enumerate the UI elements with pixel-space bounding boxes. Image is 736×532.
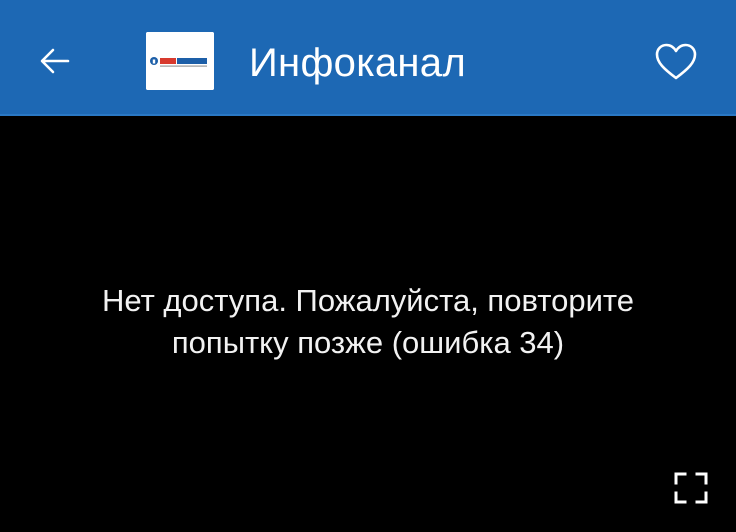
video-player[interactable]: Нет доступа. Пожалуйста, повторите попыт… [0,116,736,532]
back-button[interactable] [34,40,76,82]
app-screen: Инфоканал Нет доступа. Пожалуйста, повто… [0,0,736,532]
heart-outline-icon [655,43,697,80]
fullscreen-icon [674,472,708,504]
favorite-button[interactable] [654,42,698,82]
error-message-line-2: попытку позже (ошибка 34) [171,325,565,360]
channel-title: Инфоканал [249,41,466,85]
fullscreen-button[interactable] [672,470,710,506]
channel-logo [146,32,214,90]
error-message-line-1: Нет доступа. Пожалуйста, повторите [102,283,634,318]
arrow-left-icon [40,48,70,74]
infokanal-logo [146,32,214,90]
error-message: Нет доступа. Пожалуйста, повторите попыт… [18,280,718,364]
app-bar: Инфоканал [0,0,736,116]
